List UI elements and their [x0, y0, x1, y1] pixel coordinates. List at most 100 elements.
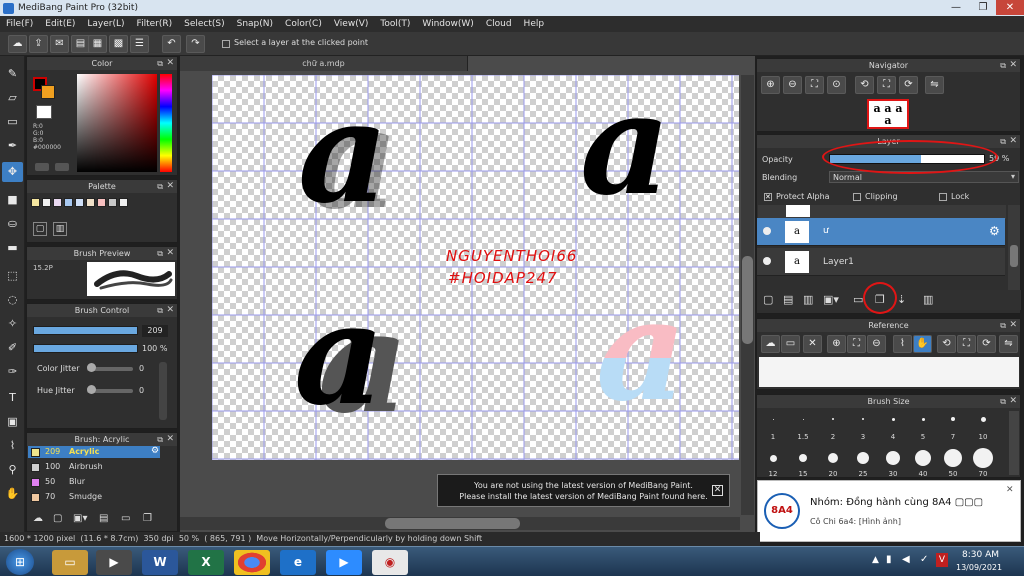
brush-size-dot[interactable] — [980, 416, 986, 422]
lock-checkbox[interactable] — [939, 193, 947, 201]
close-icon[interactable]: ✕ — [712, 485, 723, 496]
action-center-icon[interactable]: ✓ — [920, 554, 928, 565]
document-icon[interactable]: ▦ — [88, 35, 107, 53]
close-icon[interactable]: ✕ — [166, 304, 174, 317]
brush-size-dot[interactable] — [921, 417, 925, 421]
brush-item-size[interactable]: 209 — [45, 447, 60, 456]
clipping-checkbox[interactable] — [853, 193, 861, 201]
brush-size-dot[interactable] — [951, 417, 955, 421]
brush-size-dot[interactable] — [973, 448, 993, 468]
select-rect-tool-icon[interactable]: ⬚ — [2, 266, 23, 286]
rotate-icon[interactable]: ⟲ — [855, 76, 874, 94]
gear-icon[interactable]: ⚙ — [151, 446, 159, 456]
hand-tool-icon[interactable]: ✋ — [2, 484, 23, 504]
folder-icon[interactable]: ▭ — [853, 293, 863, 306]
brush-tool-icon[interactable]: ✎ — [2, 64, 23, 84]
close-icon[interactable]: ✕ — [1006, 485, 1014, 495]
medibang-taskbar-icon[interactable]: ◉ — [372, 550, 408, 575]
open-folder-icon[interactable]: ▭ — [781, 335, 800, 353]
internet-explorer-icon[interactable]: e — [280, 550, 316, 575]
menu-help[interactable]: Help — [518, 16, 551, 32]
gear-icon[interactable]: ⚙ — [989, 224, 1000, 238]
add-layer-dropdown-icon[interactable]: ▣▾ — [823, 293, 839, 306]
reset-view-icon[interactable]: ⛶ — [877, 76, 896, 94]
volume-icon[interactable]: ◀ — [902, 554, 910, 565]
close-icon[interactable]: ✕ — [1009, 135, 1017, 148]
move-tool-icon[interactable]: ✥ — [2, 162, 23, 182]
menu-view[interactable]: View(V) — [328, 16, 375, 32]
merge-down-icon[interactable]: ⇣ — [897, 293, 906, 306]
upload-icon[interactable]: ⇪ — [29, 35, 48, 53]
new-layer-icon[interactable]: ▢ — [763, 293, 773, 306]
brush-size-scrollbar[interactable] — [1009, 411, 1019, 475]
comment-icon[interactable]: ✉ — [50, 35, 69, 53]
menu-cloud[interactable]: Cloud — [480, 16, 518, 32]
layer-row-partial[interactable] — [758, 205, 1006, 219]
add-brush-dropdown-icon[interactable]: ▣▾ — [73, 513, 95, 527]
brush-item-size[interactable]: 70 — [45, 492, 55, 501]
redo-icon[interactable]: ↷ — [186, 35, 205, 53]
visibility-icon[interactable] — [763, 227, 771, 235]
clock-time[interactable]: 8:30 AM — [962, 550, 999, 560]
brush-size-dot[interactable] — [886, 451, 900, 465]
layer-row[interactable]: a Layer1 — [757, 248, 1005, 276]
palette-swatch[interactable] — [64, 198, 73, 207]
close-button[interactable]: ✕ — [996, 0, 1024, 15]
undo-icon[interactable]: ↶ — [162, 35, 181, 53]
close-reference-icon[interactable]: ✕ — [803, 335, 822, 353]
brush-size-dot[interactable] — [862, 418, 864, 420]
protect-alpha-checkbox[interactable]: ✕ — [764, 193, 772, 201]
tray-up-arrow-icon[interactable]: ▲ — [872, 555, 879, 565]
duplicate-brush-icon[interactable]: ❐ — [143, 513, 159, 527]
pen-tool-icon[interactable]: ✒ — [2, 136, 23, 156]
list-icon[interactable]: ☰ — [130, 35, 149, 53]
hue-slider[interactable] — [160, 74, 172, 172]
reference-image-area[interactable] — [759, 357, 1019, 387]
new-brush-icon[interactable]: ▢ — [53, 513, 69, 527]
menu-snap[interactable]: Snap(N) — [231, 16, 279, 32]
brush-size-dot[interactable] — [915, 450, 931, 466]
magic-wand-tool-icon[interactable]: ✧ — [2, 314, 23, 334]
brush-size-dot[interactable] — [802, 418, 804, 420]
close-icon[interactable]: ✕ — [166, 433, 174, 446]
operation-tool-icon[interactable]: ▣ — [2, 412, 23, 432]
chrome-icon[interactable] — [234, 550, 270, 575]
drawing-canvas[interactable]: a a a a a a NGUYENTHOI66 #HOIDAP247 — [212, 75, 739, 460]
menu-file[interactable]: File(F) — [0, 16, 39, 32]
palette-swatch[interactable] — [31, 198, 40, 207]
clock-date[interactable]: 13/09/2021 — [956, 563, 1002, 572]
grid-icon[interactable]: ▩ — [109, 35, 128, 53]
navigator-thumbnail[interactable]: a a a a — [867, 99, 909, 129]
bucket-tool-icon[interactable]: ⛀ — [2, 214, 23, 234]
layer-row-selected[interactable]: a ư ⚙ — [757, 218, 1005, 246]
horizontal-scroll-thumb[interactable] — [385, 518, 520, 529]
file-explorer-icon[interactable]: ▭ — [52, 550, 88, 575]
menu-edit[interactable]: Edit(E) — [39, 16, 81, 32]
cloud-icon[interactable]: ☁ — [761, 335, 780, 353]
close-icon[interactable]: ✕ — [1009, 319, 1017, 332]
menu-color[interactable]: Color(C) — [279, 16, 328, 32]
palette-swatch[interactable] — [97, 198, 106, 207]
copy-brush-icon[interactable]: ▤ — [99, 513, 115, 527]
close-icon[interactable]: ✕ — [166, 247, 174, 260]
rotate-right-icon[interactable]: ⟳ — [977, 335, 996, 353]
minimize-button[interactable]: — — [942, 0, 970, 15]
visibility-icon[interactable] — [763, 257, 771, 265]
close-icon[interactable]: ✕ — [166, 180, 174, 193]
eyedropper-icon[interactable]: ⌇ — [893, 335, 912, 353]
text-tool-icon[interactable]: T — [2, 388, 23, 408]
folder-icon[interactable]: ▭ — [121, 513, 137, 527]
hand-icon[interactable]: ✋ — [913, 335, 932, 353]
maximize-button[interactable]: ❐ — [970, 0, 996, 15]
trash-icon[interactable]: ▥ — [923, 293, 933, 306]
palette-swatch[interactable] — [86, 198, 95, 207]
flip-icon[interactable]: ⇋ — [999, 335, 1018, 353]
transparent-color-swatch[interactable] — [36, 105, 52, 119]
gradient-tool-icon[interactable]: ▬ — [2, 238, 23, 258]
reset-view-icon[interactable]: ⛶ — [957, 335, 976, 353]
brush-size-dot[interactable] — [799, 454, 807, 462]
saturation-value-picker[interactable] — [77, 74, 157, 172]
hue-jitter-handle[interactable] — [87, 385, 96, 394]
word-icon[interactable]: W — [142, 550, 178, 575]
trash-icon[interactable]: ▥ — [53, 222, 67, 236]
